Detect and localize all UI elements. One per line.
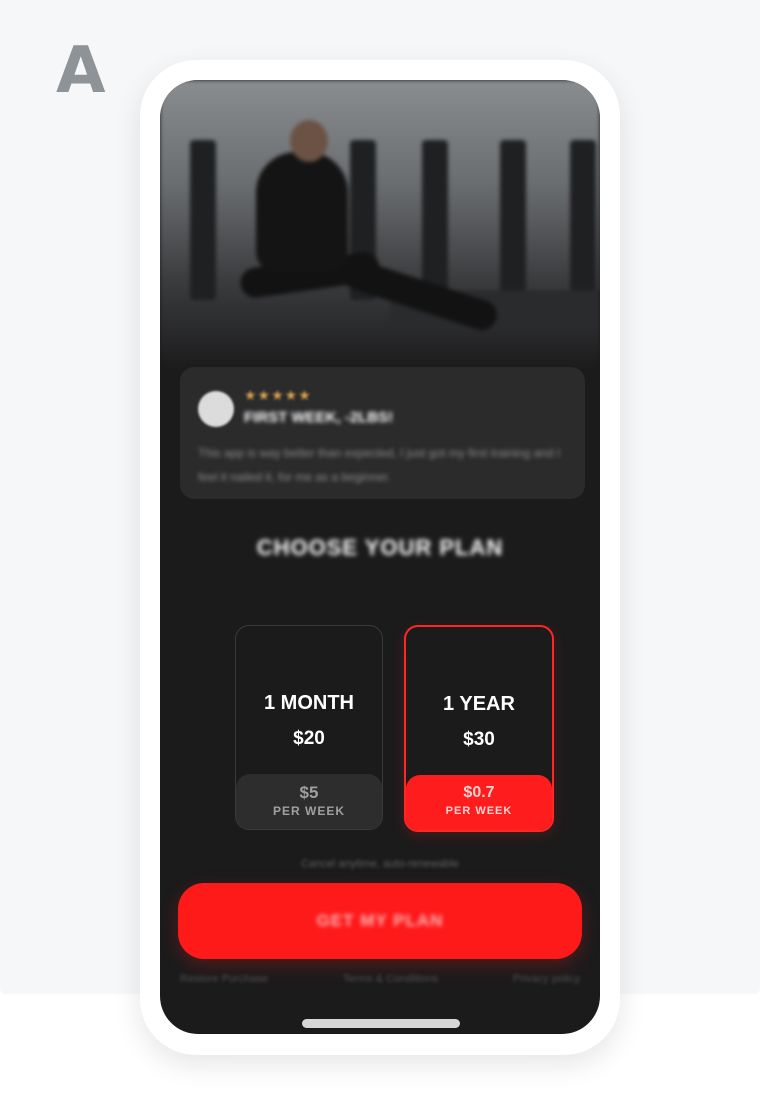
- rowing-machine-shape: [570, 140, 596, 300]
- plan-card-1-month[interactable]: 1 MONTH $20 $5 PER WEEK: [235, 625, 383, 830]
- avatar: [198, 391, 234, 427]
- section-title: CHOOSE YOUR PLAN: [256, 535, 504, 560]
- cancel-note: Cancel anytime, auto-renewable: [301, 858, 459, 870]
- review-card: ★★★★★ FIRST WEEK, -2LBS! This app is way…: [180, 367, 585, 499]
- rating-stars-icon: ★★★★★: [244, 387, 312, 403]
- terms-link[interactable]: Terms & Conditions: [343, 973, 438, 993]
- plan-weekly-price: $0.7: [463, 784, 495, 801]
- athlete-head: [290, 120, 328, 162]
- privacy-policy-link[interactable]: Privacy policy: [513, 973, 580, 993]
- footer-links: Restore Purchase Terms & Conditions Priv…: [180, 973, 580, 993]
- hero-image: [160, 80, 600, 370]
- restore-purchase-link[interactable]: Restore Purchase: [180, 973, 268, 993]
- rowing-machine-shape: [500, 140, 526, 300]
- plan-weekly-footer: $0.7 PER WEEK: [406, 775, 552, 830]
- plan-weekly-price: $5: [299, 783, 319, 802]
- athlete-body: [256, 152, 348, 272]
- app-screen: ★★★★★ FIRST WEEK, -2LBS! This app is way…: [160, 80, 600, 1034]
- plan-duration: 1 YEAR: [443, 693, 515, 715]
- review-body: This app is way better than expected, I …: [198, 446, 561, 484]
- plan-price: $30: [463, 729, 495, 750]
- home-indicator: [302, 1019, 460, 1028]
- plan-per-week-label: PER WEEK: [272, 804, 345, 818]
- plan-per-week-label: PER WEEK: [445, 805, 513, 817]
- plan-duration: 1 MONTH: [264, 692, 354, 714]
- plan-card-1-year[interactable]: 1 YEAR $30 $0.7 PER WEEK: [404, 625, 554, 832]
- rowing-seat-shape: [490, 290, 600, 330]
- get-my-plan-label: GET MY PLAN: [316, 911, 444, 930]
- review-title: FIRST WEEK, -2LBS!: [244, 409, 394, 426]
- get-my-plan-button[interactable]: GET MY PLAN: [178, 883, 582, 959]
- variant-label: A: [56, 34, 106, 108]
- rowing-machine-shape: [190, 140, 216, 300]
- rowing-machine-shape: [422, 140, 448, 300]
- plan-price: $20: [293, 728, 325, 749]
- plan-weekly-footer: $5 PER WEEK: [236, 774, 382, 829]
